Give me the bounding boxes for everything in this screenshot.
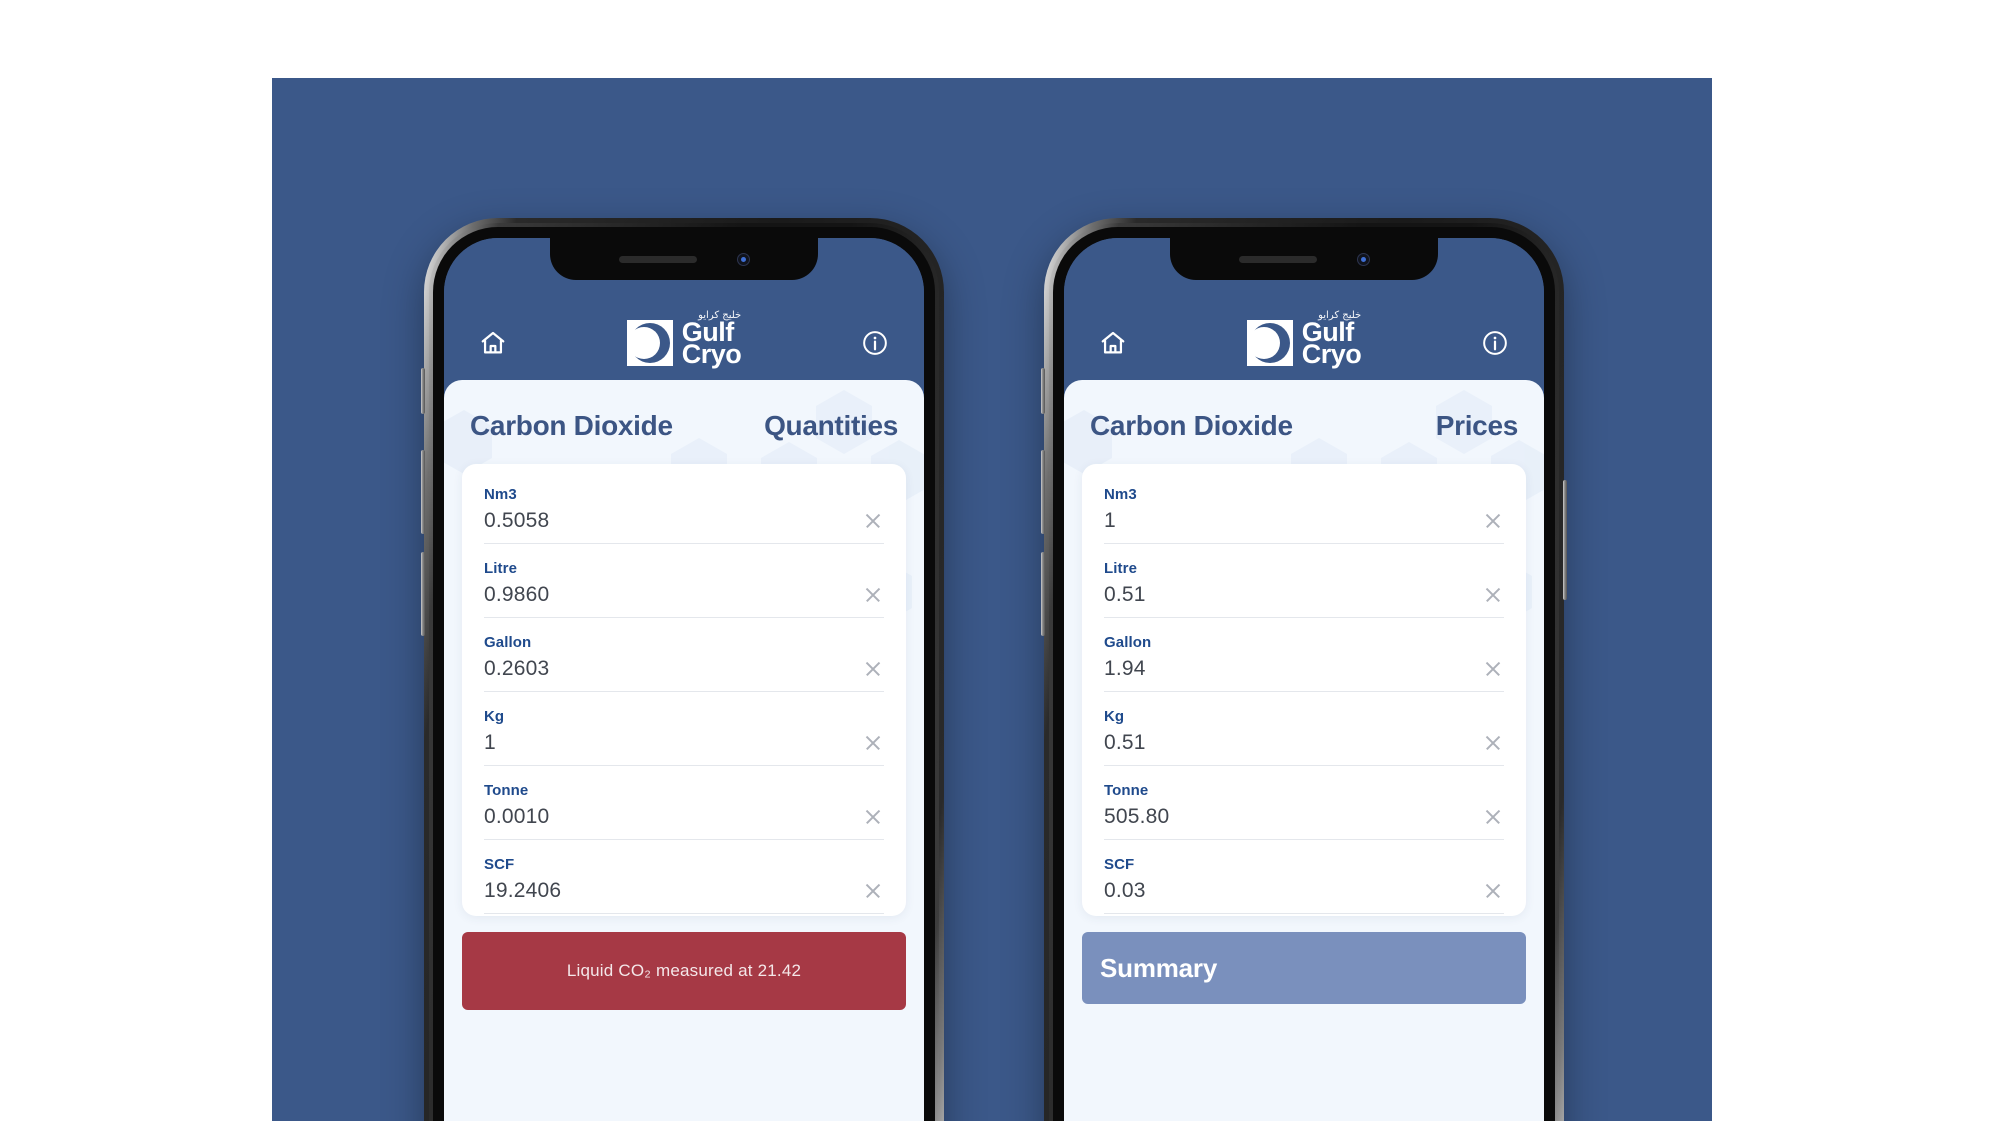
field-label: Litre (1104, 560, 1138, 577)
earpiece-speaker-icon (618, 255, 697, 263)
close-icon[interactable] (862, 806, 884, 828)
mute-switch[interactable] (1041, 368, 1045, 414)
field-label: Gallon (484, 634, 532, 651)
field-value-input[interactable]: 0.2603 (484, 657, 549, 681)
summary-banner[interactable]: Summary (1082, 932, 1526, 1004)
field-value-input[interactable]: 1 (484, 731, 496, 755)
logo-arabic-text: خليج كرايو (1318, 309, 1362, 321)
field-scf: SCF 19.2406 (484, 840, 884, 914)
volume-down-button[interactable] (1041, 552, 1045, 636)
page-title: Carbon Dioxide (470, 410, 673, 441)
volume-down-button[interactable] (421, 552, 425, 636)
mute-switch[interactable] (421, 368, 425, 414)
home-button[interactable] (470, 320, 516, 366)
close-icon[interactable] (862, 658, 884, 680)
sheet-title-row: Carbon Dioxide Prices (1064, 380, 1544, 464)
phone-mockup-quantities: خليج كرايو Gulf Cryo Carbon Dioxide Quan… (421, 218, 944, 1121)
alert-text: Liquid CO₂ measured at 21.42 (566, 961, 802, 980)
earpiece-speaker-icon (1238, 255, 1317, 263)
close-icon[interactable] (1482, 806, 1504, 828)
phone-notch (550, 238, 818, 280)
measurement-alert-banner: Liquid CO₂ measured at 21.42 (462, 932, 906, 1010)
screenshot-root: خليج كرايو Gulf Cryo Carbon Dioxide Quan… (0, 0, 2000, 1121)
field-value-input[interactable]: 19.2406 (484, 879, 561, 903)
front-camera-icon (1356, 252, 1370, 266)
unit-fields-card: Nm3 1 Litre 0.51 Gallon 1.94 Kg 0.51 Ton… (1082, 464, 1526, 916)
field-litre: Litre 0.9860 (484, 544, 884, 618)
field-label: Nm3 (484, 486, 517, 503)
field-value-input[interactable]: 0.0010 (484, 805, 549, 829)
logo-line-2: Cryo (1301, 339, 1362, 370)
info-icon (1483, 331, 1507, 355)
summary-label: Summary (1100, 952, 1218, 983)
logo-line-2: Cryo (681, 339, 742, 370)
front-camera-icon (736, 252, 750, 266)
field-kg: Kg 0.51 (1104, 692, 1504, 766)
content-sheet: Carbon Dioxide Quantities Nm3 0.5058 Lit… (444, 380, 924, 1121)
power-button[interactable] (1563, 480, 1567, 600)
brand-logo: خليج كرايو Gulf Cryo (1136, 309, 1472, 370)
field-value-input[interactable]: 1 (1104, 509, 1116, 533)
phone-notch (1170, 238, 1438, 280)
field-value-input[interactable]: 0.9860 (484, 583, 549, 607)
logo-arabic-text: خليج كرايو (698, 309, 742, 321)
close-icon[interactable] (862, 584, 884, 606)
field-label: SCF (1104, 856, 1135, 873)
unit-fields-card: Nm3 0.5058 Litre 0.9860 Gallon 0.2603 Kg… (462, 464, 906, 916)
field-value-input[interactable]: 0.51 (1104, 731, 1146, 755)
field-nm3: Nm3 1 (1104, 470, 1504, 544)
home-button[interactable] (1090, 320, 1136, 366)
sheet-title-row: Carbon Dioxide Quantities (444, 380, 924, 464)
field-label: Nm3 (1104, 486, 1137, 503)
close-icon[interactable] (1482, 510, 1504, 532)
field-label: Litre (484, 560, 518, 577)
info-button[interactable] (1472, 320, 1518, 366)
field-label: Kg (1104, 708, 1125, 725)
gulf-cryo-logo-mark (1246, 320, 1293, 366)
mode-label[interactable]: Quantities (764, 410, 898, 442)
field-tonne: Tonne 505.80 (1104, 766, 1504, 840)
field-scf: SCF 0.03 (1104, 840, 1504, 914)
close-icon[interactable] (1482, 584, 1504, 606)
info-icon (863, 331, 887, 355)
field-kg: Kg 1 (484, 692, 884, 766)
volume-up-button[interactable] (421, 450, 425, 534)
field-label: Tonne (1104, 782, 1149, 799)
close-icon[interactable] (862, 732, 884, 754)
close-icon[interactable] (1482, 732, 1504, 754)
field-gallon: Gallon 0.2603 (484, 618, 884, 692)
phone-screen: خليج كرايو Gulf Cryo (1064, 238, 1544, 1121)
home-icon (481, 331, 505, 354)
field-label: Tonne (484, 782, 529, 799)
field-value-input[interactable]: 505.80 (1104, 805, 1169, 829)
close-icon[interactable] (862, 510, 884, 532)
field-gallon: Gallon 1.94 (1104, 618, 1504, 692)
home-icon (1101, 331, 1125, 354)
field-tonne: Tonne 0.0010 (484, 766, 884, 840)
info-button[interactable] (852, 320, 898, 366)
field-value-input[interactable]: 1.94 (1104, 657, 1146, 681)
field-value-input[interactable]: 0.51 (1104, 583, 1146, 607)
page-title: Carbon Dioxide (1090, 410, 1293, 441)
brand-logo: خليج كرايو Gulf Cryo (516, 309, 852, 370)
phone-mockup-prices: خليج كرايو Gulf Cryo Carbon Dioxide Pric… (1041, 218, 1567, 1121)
field-nm3: Nm3 0.5058 (484, 470, 884, 544)
field-litre: Litre 0.51 (1104, 544, 1504, 618)
field-label: SCF (484, 856, 515, 873)
close-icon[interactable] (862, 880, 884, 902)
close-icon[interactable] (1482, 880, 1504, 902)
field-label: Gallon (1104, 634, 1152, 651)
phone-screen: خليج كرايو Gulf Cryo (444, 238, 924, 1121)
close-icon[interactable] (1482, 658, 1504, 680)
volume-up-button[interactable] (1041, 450, 1045, 534)
gulf-cryo-logo-mark (626, 320, 673, 366)
field-value-input[interactable]: 0.03 (1104, 879, 1146, 903)
field-label: Kg (484, 708, 505, 725)
field-value-input[interactable]: 0.5058 (484, 509, 549, 533)
content-sheet: Carbon Dioxide Prices Nm3 1 Litre 0.51 G… (1064, 380, 1544, 1121)
mode-label[interactable]: Prices (1436, 410, 1519, 442)
